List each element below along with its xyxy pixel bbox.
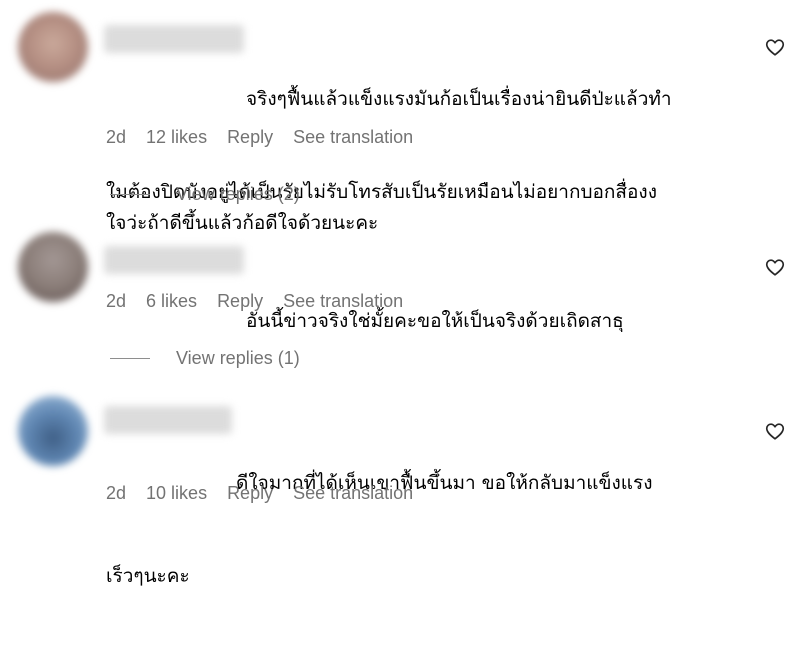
replies-divider-line (110, 357, 150, 359)
heart-outline-icon[interactable] (764, 256, 786, 278)
comment-text: อันนี้ข่าวจริงใช่มั้ยคะขอให้เป็นจริงด้วย… (106, 244, 736, 399)
avatar[interactable] (18, 396, 88, 466)
see-translation-link[interactable]: See translation (293, 483, 413, 504)
heart-outline-icon[interactable] (764, 420, 786, 442)
heart-outline-icon[interactable] (764, 36, 786, 58)
comment-text-line1: จริงๆฟื้นแล้วแข็งแรงมันก้อเป็นเรื่องน่าย… (246, 88, 672, 110)
timestamp: 2d (106, 126, 127, 147)
likes-count[interactable]: 10 likes (146, 483, 207, 504)
timestamp: 2d (106, 290, 127, 311)
view-replies-label[interactable]: View replies (2) (176, 184, 300, 205)
reply-button[interactable]: Reply (227, 483, 273, 504)
comment-text: ดีใจมากที่ได้เห็นเขาฟื้นขึ้นมา ขอให้กลับ… (106, 406, 736, 654)
comment-meta: 2d 6 likes Reply See translation (106, 288, 403, 314)
reply-button[interactable]: Reply (217, 291, 263, 312)
timestamp: 2d (106, 482, 127, 503)
likes-count[interactable]: 6 likes (146, 291, 197, 312)
avatar[interactable] (18, 12, 88, 82)
likes-count[interactable]: 12 likes (146, 127, 207, 148)
reply-button[interactable]: Reply (227, 127, 273, 148)
view-replies-button[interactable]: View replies (2) (110, 182, 300, 206)
avatar[interactable] (18, 232, 88, 302)
view-replies-label[interactable]: View replies (1) (176, 348, 300, 369)
view-replies-button[interactable]: View replies (1) (110, 346, 300, 370)
replies-divider-line (110, 193, 150, 195)
comment-meta: 2d 10 likes Reply See translation (106, 480, 413, 506)
comment-text-rest: เร็วๆนะคะ (106, 565, 190, 587)
see-translation-link[interactable]: See translation (293, 127, 413, 148)
see-translation-link[interactable]: See translation (283, 291, 403, 312)
comment-meta: 2d 12 likes Reply See translation (106, 124, 413, 150)
